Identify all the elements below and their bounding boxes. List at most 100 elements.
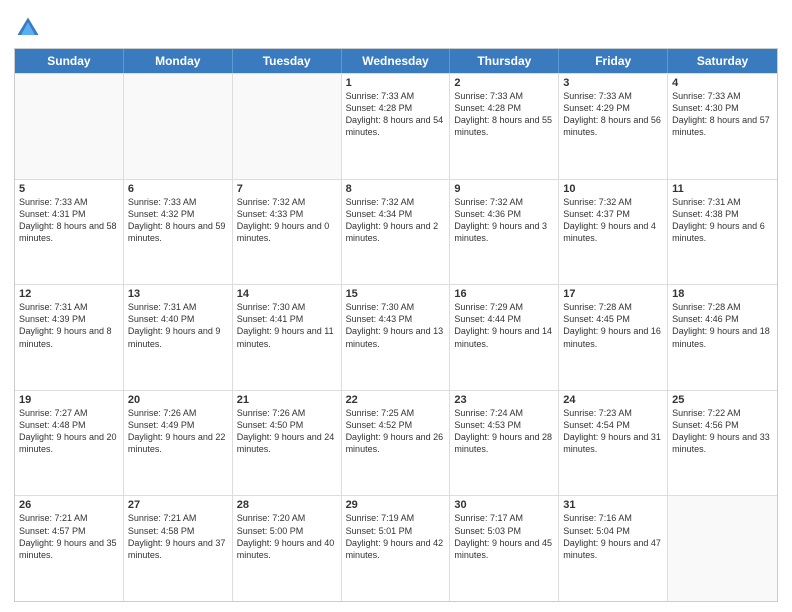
calendar-day-2: 2Sunrise: 7:33 AM Sunset: 4:28 PM Daylig… — [450, 74, 559, 179]
calendar-day-12: 12Sunrise: 7:31 AM Sunset: 4:39 PM Dayli… — [15, 285, 124, 390]
calendar-row: 1Sunrise: 7:33 AM Sunset: 4:28 PM Daylig… — [15, 73, 777, 179]
calendar-day-10: 10Sunrise: 7:32 AM Sunset: 4:37 PM Dayli… — [559, 180, 668, 285]
calendar-day-13: 13Sunrise: 7:31 AM Sunset: 4:40 PM Dayli… — [124, 285, 233, 390]
day-number: 17 — [563, 288, 663, 300]
calendar-day-22: 22Sunrise: 7:25 AM Sunset: 4:52 PM Dayli… — [342, 391, 451, 496]
calendar-day-23: 23Sunrise: 7:24 AM Sunset: 4:53 PM Dayli… — [450, 391, 559, 496]
calendar-day-28: 28Sunrise: 7:20 AM Sunset: 5:00 PM Dayli… — [233, 496, 342, 601]
day-number: 7 — [237, 183, 337, 195]
day-number: 10 — [563, 183, 663, 195]
day-number: 6 — [128, 183, 228, 195]
weekday-header: Friday — [559, 49, 668, 73]
day-info: Sunrise: 7:25 AM Sunset: 4:52 PM Dayligh… — [346, 407, 446, 456]
calendar: SundayMondayTuesdayWednesdayThursdayFrid… — [14, 48, 778, 602]
day-number: 25 — [672, 394, 773, 406]
day-info: Sunrise: 7:21 AM Sunset: 4:58 PM Dayligh… — [128, 512, 228, 561]
weekday-header: Monday — [124, 49, 233, 73]
day-info: Sunrise: 7:31 AM Sunset: 4:40 PM Dayligh… — [128, 301, 228, 350]
calendar-day-21: 21Sunrise: 7:26 AM Sunset: 4:50 PM Dayli… — [233, 391, 342, 496]
day-info: Sunrise: 7:33 AM Sunset: 4:29 PM Dayligh… — [563, 90, 663, 139]
day-info: Sunrise: 7:21 AM Sunset: 4:57 PM Dayligh… — [19, 512, 119, 561]
calendar-day-6: 6Sunrise: 7:33 AM Sunset: 4:32 PM Daylig… — [124, 180, 233, 285]
calendar-day-17: 17Sunrise: 7:28 AM Sunset: 4:45 PM Dayli… — [559, 285, 668, 390]
day-info: Sunrise: 7:33 AM Sunset: 4:28 PM Dayligh… — [346, 90, 446, 139]
calendar-day-30: 30Sunrise: 7:17 AM Sunset: 5:03 PM Dayli… — [450, 496, 559, 601]
calendar-empty-cell — [233, 74, 342, 179]
calendar-body: 1Sunrise: 7:33 AM Sunset: 4:28 PM Daylig… — [15, 73, 777, 601]
day-info: Sunrise: 7:32 AM Sunset: 4:36 PM Dayligh… — [454, 196, 554, 245]
day-number: 31 — [563, 499, 663, 511]
calendar-day-27: 27Sunrise: 7:21 AM Sunset: 4:58 PM Dayli… — [124, 496, 233, 601]
calendar-row: 19Sunrise: 7:27 AM Sunset: 4:48 PM Dayli… — [15, 390, 777, 496]
calendar-day-26: 26Sunrise: 7:21 AM Sunset: 4:57 PM Dayli… — [15, 496, 124, 601]
calendar-day-3: 3Sunrise: 7:33 AM Sunset: 4:29 PM Daylig… — [559, 74, 668, 179]
day-number: 2 — [454, 77, 554, 89]
day-number: 15 — [346, 288, 446, 300]
day-info: Sunrise: 7:32 AM Sunset: 4:33 PM Dayligh… — [237, 196, 337, 245]
day-number: 18 — [672, 288, 773, 300]
weekday-header: Thursday — [450, 49, 559, 73]
day-number: 14 — [237, 288, 337, 300]
logo — [14, 14, 46, 42]
day-number: 1 — [346, 77, 446, 89]
day-number: 27 — [128, 499, 228, 511]
calendar-day-25: 25Sunrise: 7:22 AM Sunset: 4:56 PM Dayli… — [668, 391, 777, 496]
calendar-day-8: 8Sunrise: 7:32 AM Sunset: 4:34 PM Daylig… — [342, 180, 451, 285]
day-number: 8 — [346, 183, 446, 195]
calendar-day-24: 24Sunrise: 7:23 AM Sunset: 4:54 PM Dayli… — [559, 391, 668, 496]
day-info: Sunrise: 7:27 AM Sunset: 4:48 PM Dayligh… — [19, 407, 119, 456]
day-number: 28 — [237, 499, 337, 511]
calendar-header: SundayMondayTuesdayWednesdayThursdayFrid… — [15, 49, 777, 73]
day-number: 29 — [346, 499, 446, 511]
calendar-day-14: 14Sunrise: 7:30 AM Sunset: 4:41 PM Dayli… — [233, 285, 342, 390]
day-number: 5 — [19, 183, 119, 195]
calendar-day-15: 15Sunrise: 7:30 AM Sunset: 4:43 PM Dayli… — [342, 285, 451, 390]
day-info: Sunrise: 7:30 AM Sunset: 4:41 PM Dayligh… — [237, 301, 337, 350]
calendar-day-19: 19Sunrise: 7:27 AM Sunset: 4:48 PM Dayli… — [15, 391, 124, 496]
calendar-row: 12Sunrise: 7:31 AM Sunset: 4:39 PM Dayli… — [15, 284, 777, 390]
logo-icon — [14, 14, 42, 42]
day-info: Sunrise: 7:29 AM Sunset: 4:44 PM Dayligh… — [454, 301, 554, 350]
day-info: Sunrise: 7:31 AM Sunset: 4:38 PM Dayligh… — [672, 196, 773, 245]
day-number: 20 — [128, 394, 228, 406]
day-info: Sunrise: 7:31 AM Sunset: 4:39 PM Dayligh… — [19, 301, 119, 350]
calendar-day-31: 31Sunrise: 7:16 AM Sunset: 5:04 PM Dayli… — [559, 496, 668, 601]
day-info: Sunrise: 7:17 AM Sunset: 5:03 PM Dayligh… — [454, 512, 554, 561]
day-info: Sunrise: 7:26 AM Sunset: 4:50 PM Dayligh… — [237, 407, 337, 456]
day-number: 12 — [19, 288, 119, 300]
calendar-day-20: 20Sunrise: 7:26 AM Sunset: 4:49 PM Dayli… — [124, 391, 233, 496]
day-number: 19 — [19, 394, 119, 406]
day-number: 11 — [672, 183, 773, 195]
calendar-day-29: 29Sunrise: 7:19 AM Sunset: 5:01 PM Dayli… — [342, 496, 451, 601]
day-info: Sunrise: 7:30 AM Sunset: 4:43 PM Dayligh… — [346, 301, 446, 350]
weekday-header: Tuesday — [233, 49, 342, 73]
calendar-day-7: 7Sunrise: 7:32 AM Sunset: 4:33 PM Daylig… — [233, 180, 342, 285]
day-number: 30 — [454, 499, 554, 511]
calendar-row: 26Sunrise: 7:21 AM Sunset: 4:57 PM Dayli… — [15, 495, 777, 601]
day-info: Sunrise: 7:33 AM Sunset: 4:30 PM Dayligh… — [672, 90, 773, 139]
day-info: Sunrise: 7:24 AM Sunset: 4:53 PM Dayligh… — [454, 407, 554, 456]
day-info: Sunrise: 7:22 AM Sunset: 4:56 PM Dayligh… — [672, 407, 773, 456]
day-number: 26 — [19, 499, 119, 511]
calendar-day-16: 16Sunrise: 7:29 AM Sunset: 4:44 PM Dayli… — [450, 285, 559, 390]
day-info: Sunrise: 7:26 AM Sunset: 4:49 PM Dayligh… — [128, 407, 228, 456]
calendar-day-5: 5Sunrise: 7:33 AM Sunset: 4:31 PM Daylig… — [15, 180, 124, 285]
day-info: Sunrise: 7:32 AM Sunset: 4:34 PM Dayligh… — [346, 196, 446, 245]
day-number: 22 — [346, 394, 446, 406]
day-info: Sunrise: 7:33 AM Sunset: 4:31 PM Dayligh… — [19, 196, 119, 245]
day-number: 13 — [128, 288, 228, 300]
day-info: Sunrise: 7:23 AM Sunset: 4:54 PM Dayligh… — [563, 407, 663, 456]
calendar-row: 5Sunrise: 7:33 AM Sunset: 4:31 PM Daylig… — [15, 179, 777, 285]
day-info: Sunrise: 7:19 AM Sunset: 5:01 PM Dayligh… — [346, 512, 446, 561]
calendar-day-9: 9Sunrise: 7:32 AM Sunset: 4:36 PM Daylig… — [450, 180, 559, 285]
day-info: Sunrise: 7:32 AM Sunset: 4:37 PM Dayligh… — [563, 196, 663, 245]
calendar-empty-cell — [124, 74, 233, 179]
day-number: 3 — [563, 77, 663, 89]
day-number: 23 — [454, 394, 554, 406]
day-info: Sunrise: 7:28 AM Sunset: 4:45 PM Dayligh… — [563, 301, 663, 350]
calendar-day-4: 4Sunrise: 7:33 AM Sunset: 4:30 PM Daylig… — [668, 74, 777, 179]
day-number: 4 — [672, 77, 773, 89]
day-info: Sunrise: 7:33 AM Sunset: 4:28 PM Dayligh… — [454, 90, 554, 139]
day-number: 24 — [563, 394, 663, 406]
day-number: 21 — [237, 394, 337, 406]
